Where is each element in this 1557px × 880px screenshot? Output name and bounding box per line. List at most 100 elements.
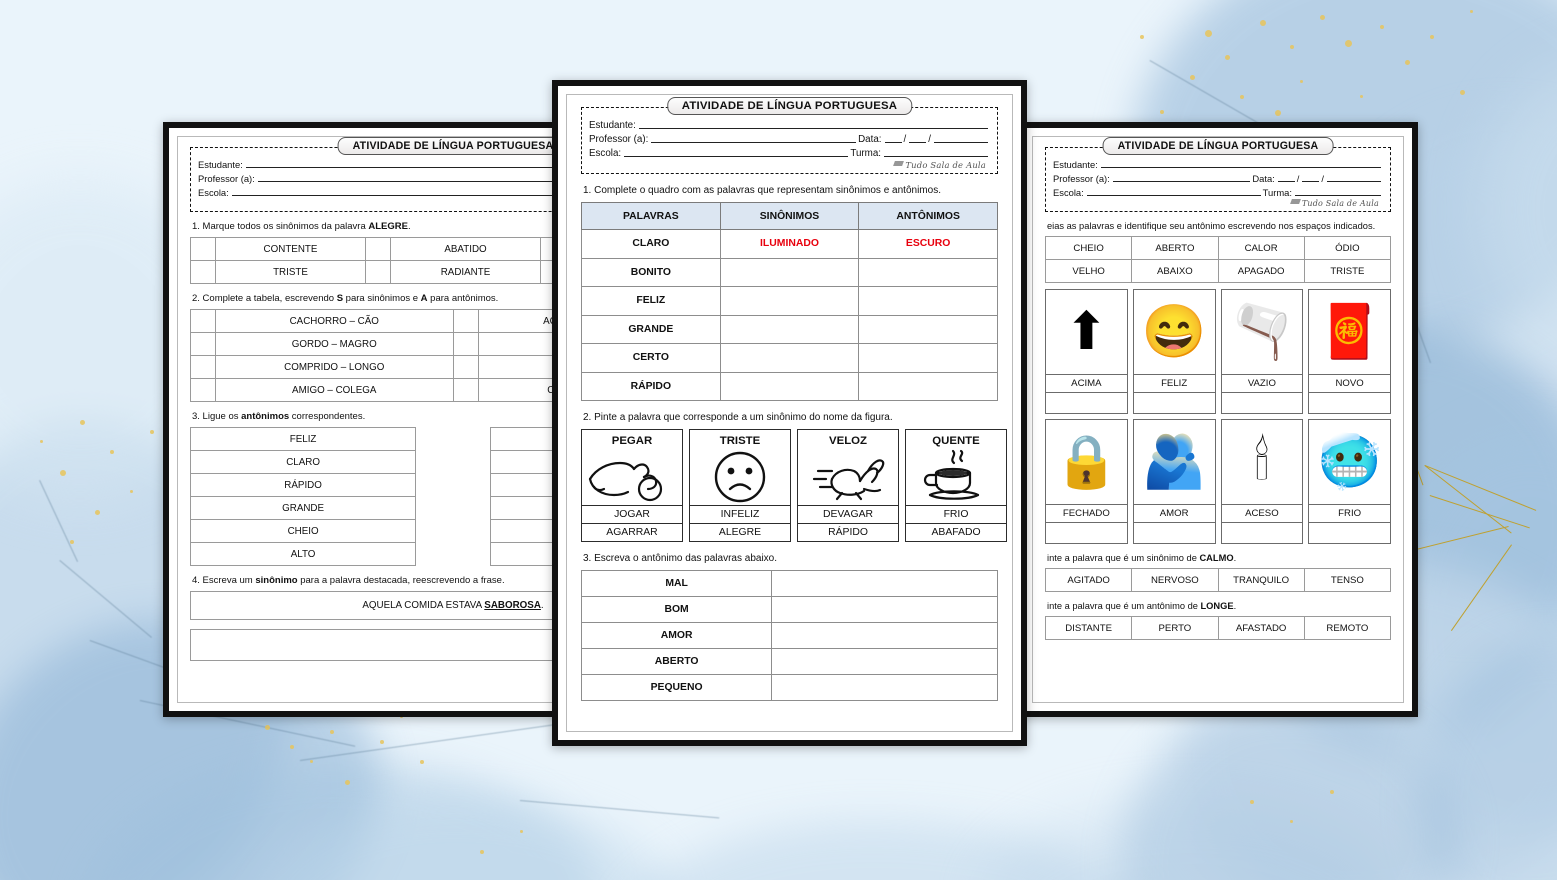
answer-cell[interactable] [191,310,216,333]
figure-title: VELOZ [798,430,898,449]
answer-cell[interactable] [859,372,998,401]
figure-option[interactable]: INFELIZ [690,505,790,523]
figure-option[interactable]: RÁPIDO [798,523,898,541]
answer-cell[interactable] [191,333,216,356]
brand-signature-center: Tudo Sala de Aula [589,160,990,170]
word-cell: FELIZ [582,287,721,316]
gold-dot [1260,20,1266,26]
gold-dot [380,740,384,744]
answer-cell[interactable] [772,675,998,701]
answer-cell[interactable] [191,238,216,261]
gold-dot [1405,60,1410,65]
teacher-input-line-center[interactable] [651,133,856,143]
filled-answer-cell[interactable]: ESCURO [859,230,998,259]
word-cell: TRISTE [216,261,366,284]
figure-option[interactable]: JOGAR [582,505,682,523]
student-label: Estudante: [198,159,243,170]
picture-answer-line[interactable] [1045,393,1128,414]
gold-dot [345,780,350,785]
word-cell: CLARO [191,451,416,474]
answer-cell[interactable] [453,356,478,379]
answer-cell[interactable] [720,344,859,373]
page-title-left: ATIVIDADE DE LÍNGUA PORTUGUESA [338,137,569,155]
gold-dot [1345,40,1352,47]
picture-label: NOVO [1308,375,1391,393]
word-cell: PEQUENO [582,675,772,701]
hand-grabbing-ball-icon [582,449,682,505]
answer-cell[interactable] [859,344,998,373]
gold-dot [520,830,523,833]
answer-cell[interactable] [453,310,478,333]
question-3-right: inte a palavra que é um antônimo de LONG… [1047,601,1391,611]
figure-option[interactable]: ABAFADO [906,523,1006,541]
word-cell: BOM [582,597,772,623]
date-month-line-center[interactable] [909,133,926,143]
class-input-line-right[interactable] [1295,186,1381,196]
answer-cell[interactable] [453,379,478,402]
table-row: CLARO ILUMINADO ESCURO [582,230,998,259]
table-row: VELHO ABAIXO APAGADO TRISTE [1046,260,1391,283]
picture-answer-line[interactable] [1308,393,1391,414]
word-cell: RÁPIDO [582,372,721,401]
figure-option[interactable]: ALEGRE [690,523,790,541]
answer-cell[interactable] [720,287,859,316]
picture-answer-line[interactable] [1133,523,1216,544]
class-input-line-center[interactable] [884,147,988,157]
answer-cell[interactable] [191,261,216,284]
answer-cell[interactable] [366,238,391,261]
answer-cell[interactable] [859,315,998,344]
answer-cell[interactable] [859,287,998,316]
student-input-line-right[interactable] [1101,158,1381,168]
answer-cell[interactable] [720,315,859,344]
answer-cell[interactable] [772,623,998,649]
picture-answer-line[interactable] [1133,393,1216,414]
date-day-line-right[interactable] [1278,172,1295,182]
school-input-line-center[interactable] [624,147,848,157]
answer-cell[interactable] [772,597,998,623]
picture-card: 🥶 FRIO [1308,419,1391,544]
answer-cell[interactable] [453,333,478,356]
picture-answer-line[interactable] [1221,393,1304,414]
answer-cell[interactable] [720,372,859,401]
date-month-line-right[interactable] [1302,172,1319,182]
figure-option[interactable]: DEVAGAR [798,505,898,523]
student-label-right: Estudante: [1053,159,1098,170]
picture-answer-line[interactable] [1308,523,1391,544]
gold-dot [310,760,313,763]
school-label-right: Escola: [1053,187,1084,198]
student-input-line-center[interactable] [639,119,988,129]
answer-cell[interactable] [720,258,859,287]
date-year-line-center[interactable] [934,133,988,143]
date-slash-2-center: / [928,134,931,145]
school-input-line-right[interactable] [1087,186,1261,196]
page-title-center: ATIVIDADE DE LÍNGUA PORTUGUESA [667,97,912,115]
figure-option[interactable]: AGARRAR [582,523,682,541]
figure-title: PEGAR [582,430,682,449]
answer-cell[interactable] [772,649,998,675]
answer-cell[interactable] [191,356,216,379]
table-row: GRANDE [582,315,998,344]
word-cell: ALTO [191,543,416,566]
picture-answer-line[interactable] [1221,523,1304,544]
teacher-input-line-right[interactable] [1113,172,1251,182]
word-cell: ABERTO [1132,237,1218,260]
figure-title: TRISTE [690,430,790,449]
gold-dot [1190,75,1195,80]
gold-dot [1205,30,1212,37]
answer-cell[interactable] [191,379,216,402]
figure-option[interactable]: FRIO [906,505,1006,523]
gold-dot [1250,800,1254,804]
filled-answer-cell[interactable]: ILUMINADO [720,230,859,259]
answer-cell[interactable] [772,571,998,597]
teacher-input-line[interactable] [258,172,576,182]
student-label-center: Estudante: [589,120,636,131]
date-day-line-center[interactable] [885,133,902,143]
date-year-line-right[interactable] [1327,172,1381,182]
answer-cell[interactable] [859,258,998,287]
word-cell: CONTENTE [216,238,366,261]
answer-cell[interactable] [366,261,391,284]
school-input-line[interactable] [232,186,580,196]
date-slash-2-right: / [1321,173,1324,184]
question-2-center: 2. Pinte a palavra que corresponde a um … [583,412,998,423]
picture-answer-line[interactable] [1045,523,1128,544]
